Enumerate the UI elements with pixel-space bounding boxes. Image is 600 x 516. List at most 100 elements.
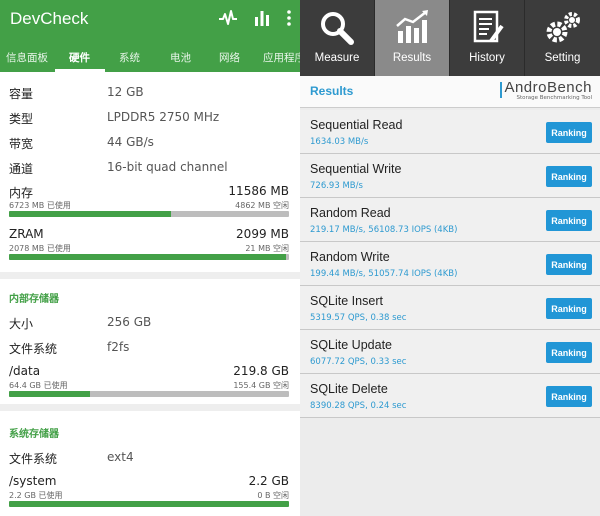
active-tab-indicator (55, 69, 105, 72)
result-value: 8390.28 QPS, 0.24 sec (310, 401, 407, 411)
system-storage-title: 系统存储器 (9, 429, 59, 440)
result-item: Sequential Read 1634.03 MB/s Ranking (300, 110, 600, 154)
spec-value: ext4 (107, 450, 134, 464)
system-progress-fill (9, 501, 289, 507)
result-item: SQLite Update 6077.72 QPS, 0.33 sec Rank… (300, 330, 600, 374)
data-used: 64.4 GB 已使用 (9, 381, 68, 390)
tab-apps[interactable]: 应用程序 (263, 50, 300, 65)
result-item: Random Write 199.44 MB/s, 51057.74 IOPS … (300, 242, 600, 286)
ram-label: 内存 (9, 186, 34, 200)
data-total: 219.8 GB (233, 364, 289, 378)
spec-value: f2fs (107, 340, 130, 354)
tab-label: History (469, 52, 505, 64)
system-progress-bar (9, 501, 289, 507)
data-progress-fill (9, 391, 91, 397)
data-label: /data (9, 364, 41, 378)
spec-value: 44 GB/s (107, 135, 154, 149)
tab-label: Results (392, 52, 432, 64)
spec-key: 通道 (9, 162, 34, 176)
devcheck-panel: DevCheck 信息面板 硬件 系统 电池 网络 应用程序 容量 12 GB (0, 0, 300, 516)
result-item: SQLite Insert 5319.57 QPS, 0.38 sec Rank… (300, 286, 600, 330)
tab-label: Measure (314, 52, 360, 64)
zram-used: 2078 MB 已使用 (9, 244, 71, 253)
ranking-button[interactable]: Ranking (546, 210, 592, 231)
results-title: Results (310, 84, 354, 98)
result-value: 1634.03 MB/s (310, 137, 369, 147)
spec-value: 12 GB (107, 85, 144, 99)
zram-label: ZRAM (9, 227, 44, 241)
logo-name: AndroBench (504, 79, 592, 96)
results-header: Results AndroBench Storage Benchmarking … (300, 76, 600, 108)
ranking-button[interactable]: Ranking (546, 254, 592, 275)
result-item: SQLite Delete 8390.28 QPS, 0.24 sec Rank… (300, 374, 600, 418)
spec-key: 带宽 (9, 137, 34, 151)
tab-battery[interactable]: 电池 (170, 50, 191, 65)
spec-value: LPDDR5 2750 MHz (107, 110, 220, 124)
system-used: 2.2 GB 已使用 (9, 491, 63, 500)
zram-progress-bar (9, 254, 289, 260)
tab-system[interactable]: 系统 (119, 50, 140, 65)
result-value: 5319.57 QPS, 0.38 sec (310, 313, 407, 323)
system-free: 0 B 空闲 (257, 491, 289, 500)
ram-used: 6723 MB 已使用 (9, 201, 71, 210)
overflow-menu-icon[interactable] (286, 9, 292, 27)
zram-free: 21 MB 空闲 (245, 244, 289, 253)
result-item: Sequential Write 726.93 MB/s Ranking (300, 154, 600, 198)
result-name: Sequential Write (310, 162, 402, 176)
toolbar-icons (218, 8, 292, 28)
tab-network[interactable]: 网络 (219, 50, 240, 65)
system-total: 2.2 GB (248, 474, 289, 488)
ranking-button[interactable]: Ranking (546, 298, 592, 319)
logo-accent (500, 82, 503, 98)
result-name: SQLite Insert (310, 294, 383, 308)
ranking-button[interactable]: Ranking (546, 342, 592, 363)
androbench-tab-bar: Measure Results History Setting (300, 0, 600, 76)
spec-key: 大小 (9, 317, 34, 331)
pulse-monitor-icon[interactable] (218, 8, 238, 28)
tab-results[interactable]: Results (375, 0, 450, 76)
devcheck-tab-bar: 信息面板 硬件 系统 电池 网络 应用程序 (0, 46, 300, 72)
result-name: Random Read (310, 206, 391, 220)
ram-progress-fill (9, 211, 172, 217)
tab-history[interactable]: History (450, 0, 525, 76)
result-name: SQLite Update (310, 338, 392, 352)
ram-free: 4862 MB 空闲 (235, 201, 289, 210)
ranking-button[interactable]: Ranking (546, 122, 592, 143)
result-name: SQLite Delete (310, 382, 388, 396)
data-progress-bar (9, 391, 289, 397)
ranking-button[interactable]: Ranking (546, 386, 592, 407)
result-value: 199.44 MB/s, 51057.74 IOPS (4KB) (310, 269, 458, 279)
result-value: 726.93 MB/s (310, 181, 363, 191)
zram-progress-fill (9, 254, 287, 260)
result-value: 6077.72 QPS, 0.33 sec (310, 357, 407, 367)
internal-storage-title: 内部存储器 (9, 294, 59, 305)
spec-key: 文件系统 (9, 342, 58, 356)
app-title: DevCheck (10, 9, 89, 28)
magnifier-icon (321, 12, 354, 45)
spec-value: 256 GB (107, 315, 152, 329)
rising-chart-icon (396, 10, 428, 43)
spec-key: 类型 (9, 112, 34, 126)
tab-dashboard[interactable]: 信息面板 (6, 50, 48, 65)
zram-total: 2099 MB (236, 227, 289, 241)
tab-hardware[interactable]: 硬件 (69, 50, 90, 65)
tab-setting[interactable]: Setting (525, 0, 600, 76)
spec-key: 容量 (9, 87, 34, 101)
document-pencil-icon (473, 10, 504, 43)
gears-icon (546, 12, 580, 43)
logo-subtitle: Storage Benchmarking Tool (516, 95, 592, 101)
system-label: /system (9, 474, 57, 488)
tab-label: Setting (544, 52, 581, 64)
spec-key: 文件系统 (9, 452, 58, 466)
devcheck-app-bar: DevCheck 信息面板 硬件 系统 电池 网络 应用程序 (0, 0, 300, 72)
result-name: Random Write (310, 250, 390, 264)
spec-value: 16-bit quad channel (107, 160, 228, 174)
result-name: Sequential Read (310, 118, 403, 132)
result-value: 219.17 MB/s, 56108.73 IOPS (4KB) (310, 225, 458, 235)
ranking-button[interactable]: Ranking (546, 166, 592, 187)
section-divider (0, 404, 300, 411)
section-divider (0, 272, 300, 279)
androbench-panel: Measure Results History Setting Results … (300, 0, 600, 516)
bar-chart-icon[interactable] (254, 9, 270, 27)
tab-measure[interactable]: Measure (300, 0, 375, 76)
